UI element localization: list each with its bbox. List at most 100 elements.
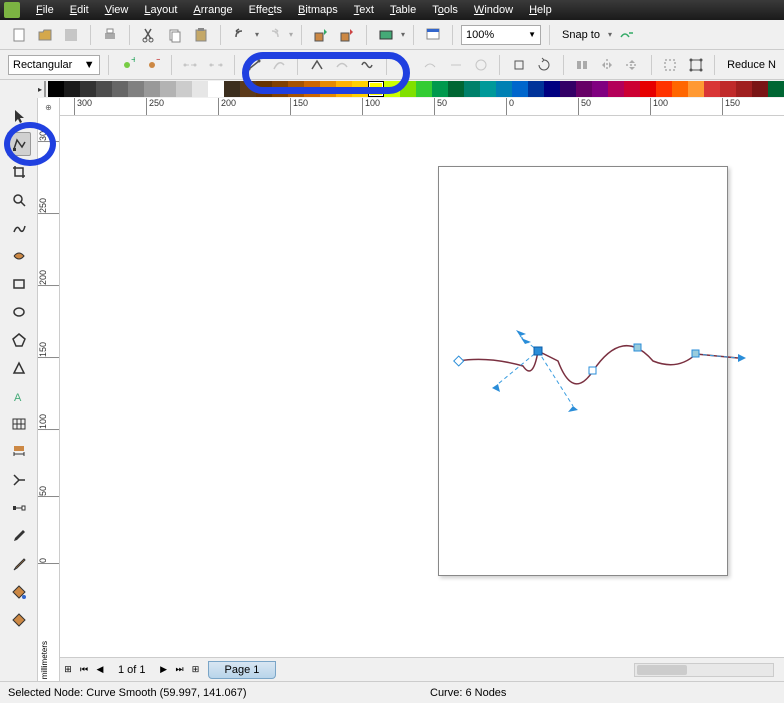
color-swatch[interactable] — [128, 81, 144, 97]
scrollbar-thumb[interactable] — [637, 665, 687, 675]
new-button[interactable] — [8, 24, 30, 46]
app-launcher-button[interactable] — [375, 24, 397, 46]
color-swatch[interactable] — [512, 81, 528, 97]
elastic-button[interactable] — [660, 54, 681, 76]
canvas[interactable] — [60, 116, 784, 657]
join-nodes-button[interactable] — [180, 54, 201, 76]
color-swatch[interactable] — [544, 81, 560, 97]
color-swatch[interactable] — [768, 81, 784, 97]
color-swatch[interactable] — [144, 81, 160, 97]
rotate-button[interactable] — [533, 54, 554, 76]
undo-button[interactable] — [229, 24, 251, 46]
menu-tools[interactable]: Tools — [424, 4, 466, 16]
color-swatch[interactable] — [480, 81, 496, 97]
last-page-button[interactable]: ⏭ — [172, 662, 188, 678]
menu-text[interactable]: Text — [346, 4, 382, 16]
color-swatch[interactable] — [96, 81, 112, 97]
copy-button[interactable] — [164, 24, 186, 46]
page-tab[interactable]: Page 1 — [208, 661, 277, 679]
connector-tool[interactable] — [7, 468, 31, 492]
color-swatch[interactable] — [592, 81, 608, 97]
color-swatch[interactable] — [176, 81, 192, 97]
color-swatch[interactable] — [48, 81, 64, 97]
color-swatch[interactable] — [336, 81, 352, 97]
color-swatch[interactable] — [400, 81, 416, 97]
menu-effects[interactable]: Effects — [241, 4, 290, 16]
color-swatch[interactable] — [272, 81, 288, 97]
color-swatch[interactable] — [736, 81, 752, 97]
shape-tool[interactable] — [7, 132, 31, 156]
color-swatch[interactable] — [288, 81, 304, 97]
extract-button[interactable] — [445, 54, 466, 76]
cusp-node-button[interactable] — [306, 54, 327, 76]
color-swatch[interactable] — [240, 81, 256, 97]
print-button[interactable] — [99, 24, 121, 46]
reverse-button[interactable] — [395, 54, 416, 76]
curve-object[interactable] — [438, 166, 758, 576]
reflect-v-button[interactable] — [622, 54, 643, 76]
snap-options-button[interactable] — [616, 24, 638, 46]
export-button[interactable] — [336, 24, 358, 46]
interactive-tool[interactable] — [7, 496, 31, 520]
menu-table[interactable]: Table — [382, 4, 424, 16]
next-page-button[interactable]: ▶ — [156, 662, 172, 678]
first-page-button[interactable]: ⏮ — [76, 662, 92, 678]
fill-tool[interactable] — [7, 580, 31, 604]
cut-button[interactable] — [138, 24, 160, 46]
stretch-button[interactable] — [508, 54, 529, 76]
select-all-button[interactable] — [685, 54, 706, 76]
color-swatch[interactable] — [656, 81, 672, 97]
color-swatch[interactable] — [624, 81, 640, 97]
zoom-tool[interactable] — [7, 188, 31, 212]
color-swatch[interactable] — [416, 81, 432, 97]
color-swatch[interactable] — [608, 81, 624, 97]
color-swatch[interactable] — [448, 81, 464, 97]
menu-layout[interactable]: Layout — [136, 4, 185, 16]
color-swatch[interactable] — [432, 81, 448, 97]
color-swatch[interactable] — [560, 81, 576, 97]
color-swatch[interactable] — [112, 81, 128, 97]
menu-edit[interactable]: Edit — [62, 4, 97, 16]
color-swatch[interactable] — [80, 81, 96, 97]
color-swatch[interactable] — [160, 81, 176, 97]
save-button[interactable] — [60, 24, 82, 46]
add-page-after-button[interactable]: ⊞ — [188, 662, 204, 678]
prev-page-button[interactable]: ◀ — [92, 662, 108, 678]
color-swatch[interactable] — [704, 81, 720, 97]
align-button[interactable] — [571, 54, 592, 76]
open-button[interactable] — [34, 24, 56, 46]
to-curve-button[interactable] — [268, 54, 289, 76]
rectangle-tool[interactable] — [7, 272, 31, 296]
welcome-button[interactable] — [422, 24, 444, 46]
menu-arrange[interactable]: Arrange — [185, 4, 240, 16]
no-fill-swatch[interactable] — [44, 81, 46, 97]
menu-file[interactable]: File — [28, 4, 62, 16]
dimension-tool[interactable] — [7, 440, 31, 464]
color-swatch[interactable] — [672, 81, 688, 97]
color-swatch[interactable] — [576, 81, 592, 97]
basic-shapes-tool[interactable] — [7, 356, 31, 380]
color-swatch[interactable] — [528, 81, 544, 97]
color-swatch[interactable] — [304, 81, 320, 97]
color-swatch[interactable] — [720, 81, 736, 97]
add-page-button[interactable]: ⊞ — [60, 662, 76, 678]
horizontal-scrollbar[interactable] — [634, 663, 774, 677]
color-swatch[interactable] — [464, 81, 480, 97]
extend-curve-button[interactable] — [420, 54, 441, 76]
freehand-tool[interactable] — [7, 216, 31, 240]
palette-scroll-left[interactable]: ▸ — [38, 83, 42, 95]
polygon-tool[interactable] — [7, 328, 31, 352]
text-tool[interactable]: A — [7, 384, 31, 408]
color-swatch[interactable] — [688, 81, 704, 97]
smart-fill-tool[interactable] — [7, 244, 31, 268]
crop-tool[interactable] — [7, 160, 31, 184]
add-node-button[interactable]: + — [117, 54, 138, 76]
menu-window[interactable]: Window — [466, 4, 521, 16]
redo-button[interactable] — [263, 24, 285, 46]
interactive-fill-tool[interactable] — [7, 608, 31, 632]
break-nodes-button[interactable] — [205, 54, 226, 76]
table-tool[interactable] — [7, 412, 31, 436]
menu-view[interactable]: View — [97, 4, 137, 16]
to-line-button[interactable] — [243, 54, 264, 76]
smooth-node-button[interactable] — [331, 54, 352, 76]
